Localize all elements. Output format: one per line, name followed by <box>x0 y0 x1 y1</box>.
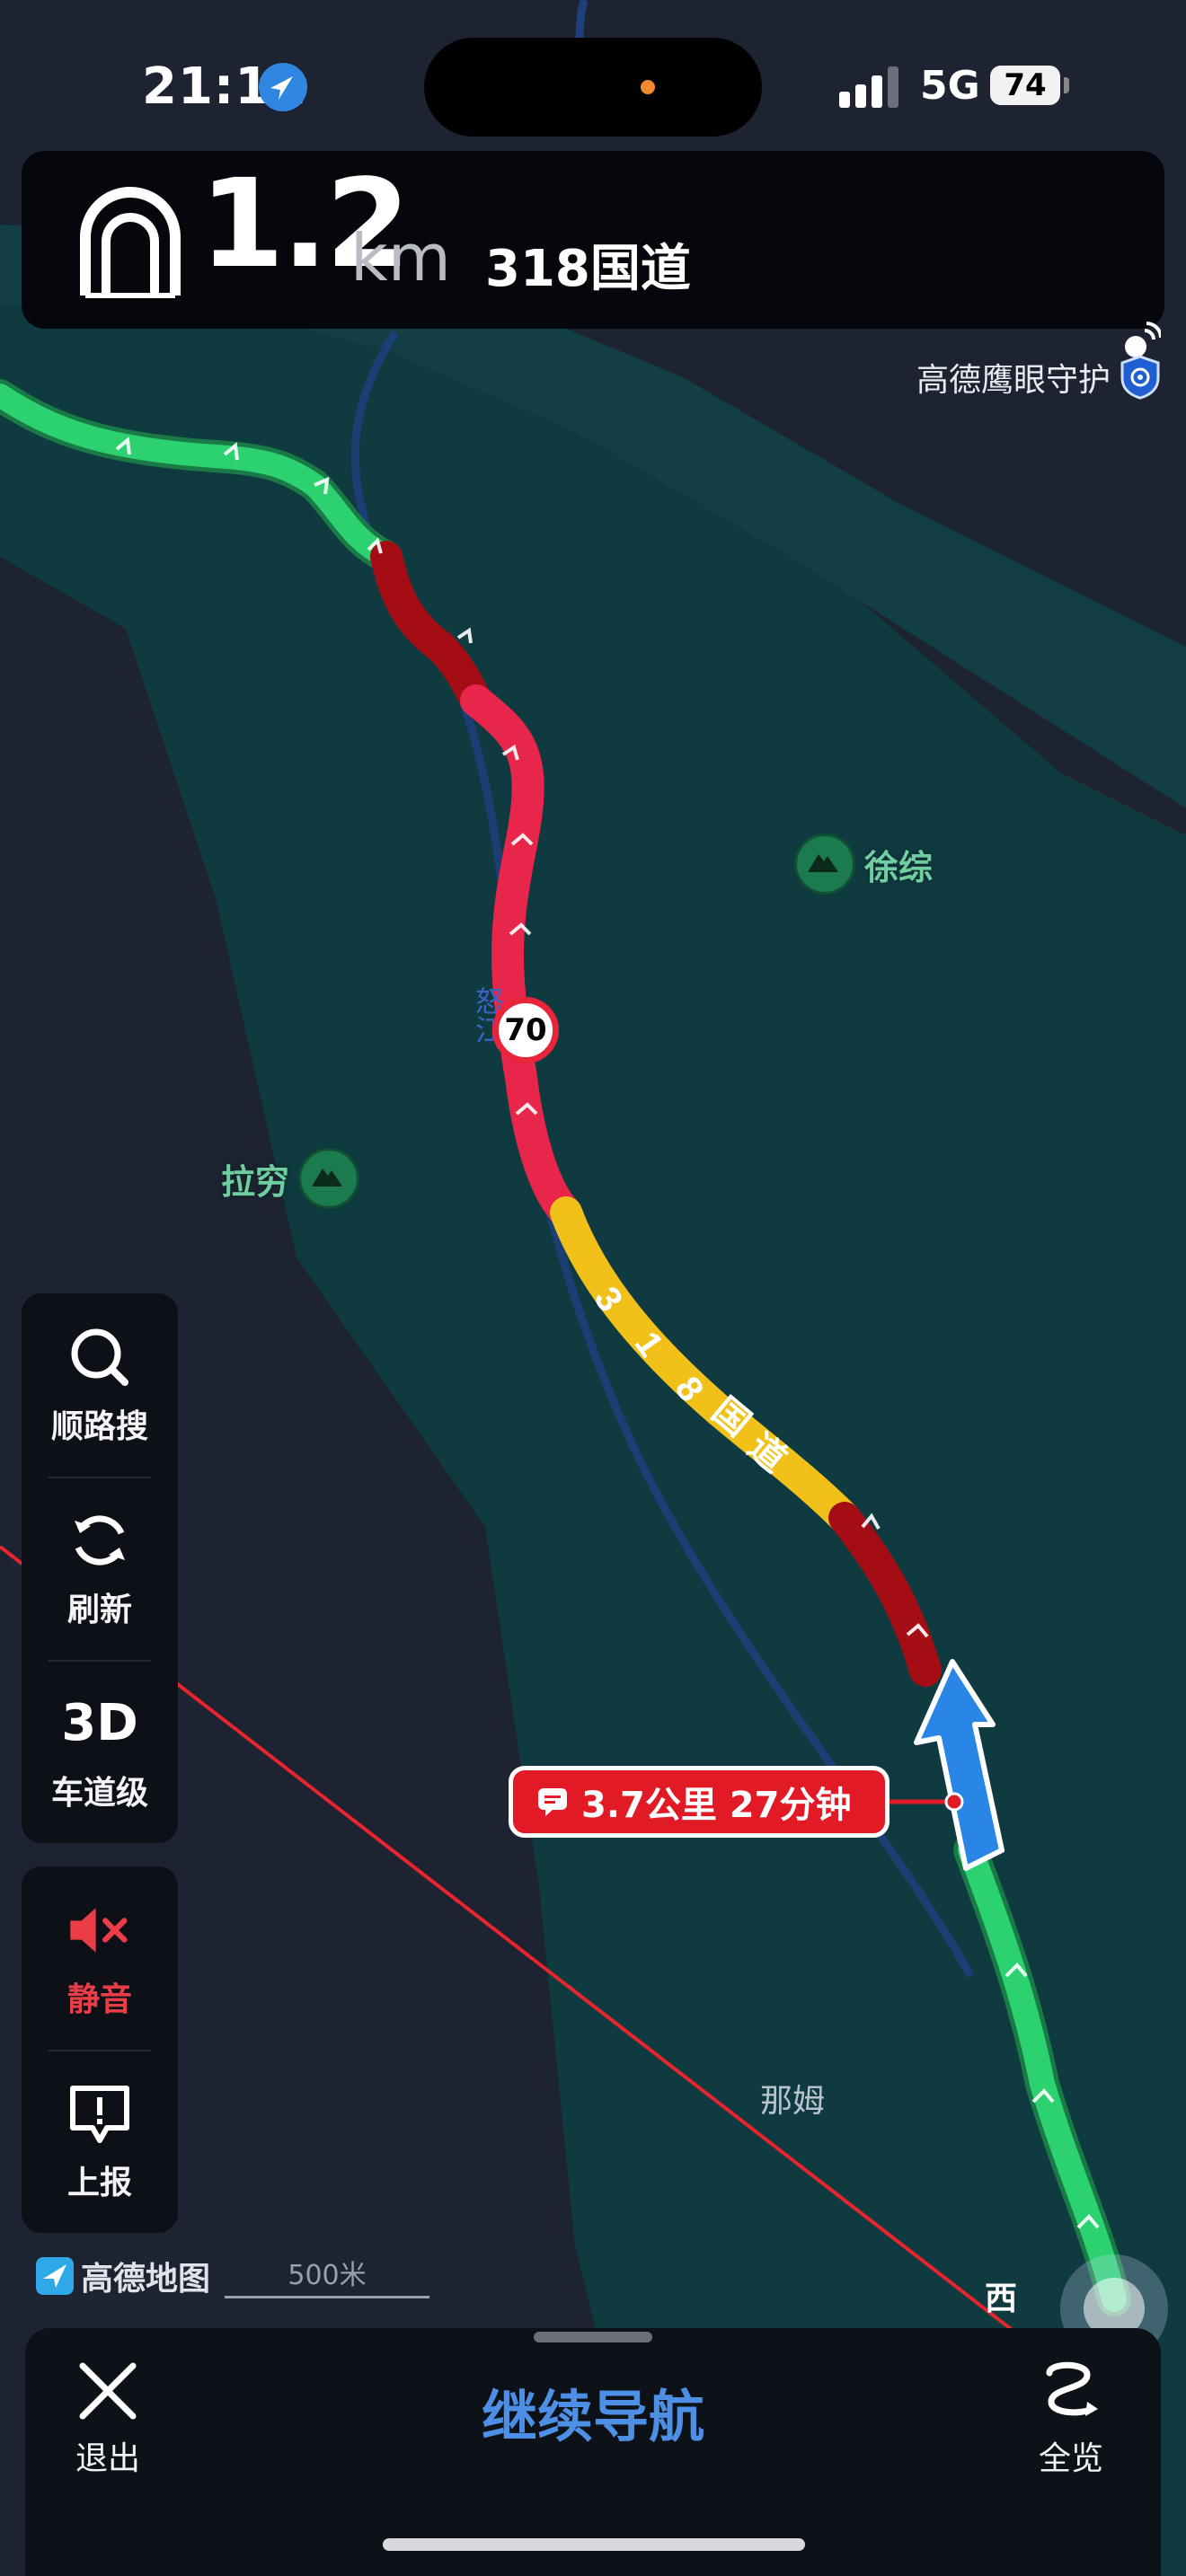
place-label-xi: 西 <box>985 2280 1018 2317</box>
battery-level: 74 <box>990 66 1060 105</box>
audio-report-panel: 静音 上报 <box>22 1866 178 2233</box>
traffic-info-bubble[interactable]: 3.7公里 27分钟 <box>509 1766 890 1838</box>
refresh-label: 刷新 <box>66 1592 132 1628</box>
traffic-bubble-text: 3.7公里 27分钟 <box>581 1785 852 1826</box>
mute-button[interactable]: 静音 <box>22 1866 178 2050</box>
speaker-muted-icon <box>66 1896 134 1964</box>
guard-label: 高德鹰眼守护 <box>916 362 1111 399</box>
network-type: 5G <box>920 63 980 109</box>
report-button[interactable]: 上报 <box>22 2050 178 2233</box>
home-indicator[interactable] <box>383 2538 805 2551</box>
privacy-indicator-dot <box>641 80 655 94</box>
maneuver-road-name: 318国道 <box>485 240 691 298</box>
close-icon <box>79 2362 137 2420</box>
amap-logo: 高德地图 <box>36 2253 210 2299</box>
sheet-grabber[interactable] <box>534 2332 652 2342</box>
map-scale-bar: 500米 <box>225 2253 429 2298</box>
guard-mode-badge[interactable]: 高德鹰眼守护 <box>916 352 1161 402</box>
lane-level-3d-button[interactable]: 3D 车道级 <box>22 1660 178 1843</box>
lane-level-label: 车道级 <box>50 1775 148 1812</box>
overview-label: 全览 <box>1038 2440 1103 2477</box>
poi-laqiong[interactable]: 拉穷 <box>212 1148 360 1209</box>
place-label-namu: 那姆 <box>760 2083 826 2120</box>
amap-logo-icon <box>36 2257 74 2295</box>
poi-xuzong[interactable]: 徐综 <box>794 834 942 895</box>
mountain-icon <box>794 834 855 895</box>
poi-label: 拉穷 <box>221 1161 290 1202</box>
status-bar: 21:11 5G 74 <box>0 0 1186 171</box>
route-overview-icon <box>1046 2361 1098 2416</box>
location-arrow-icon <box>259 63 307 111</box>
battery-tip <box>1064 77 1069 93</box>
refresh-route-button[interactable]: 刷新 <box>22 1477 178 1660</box>
lane-3d-icon: 3D <box>61 1694 138 1752</box>
exit-label: 退出 <box>75 2440 141 2477</box>
amap-logo-text: 高德地图 <box>81 2261 211 2298</box>
shield-eye-icon <box>1120 355 1160 400</box>
report-label: 上报 <box>66 2165 132 2201</box>
speed-limit-sign: 70 <box>492 997 559 1063</box>
tunnel-icon <box>80 187 181 298</box>
search-along-route-button[interactable]: 顺路搜 <box>22 1293 178 1477</box>
poi-label: 徐综 <box>864 847 934 887</box>
refresh-icon <box>66 1506 134 1575</box>
dynamic-island <box>424 38 762 137</box>
mountain-icon <box>298 1148 360 1209</box>
continue-navigation-button[interactable]: 继续导航 <box>449 2371 737 2452</box>
cellular-signal-icon <box>839 66 898 108</box>
search-icon <box>66 1323 134 1391</box>
search-along-route-label: 顺路搜 <box>50 1408 148 1445</box>
message-icon <box>538 1788 567 1816</box>
report-alert-icon <box>66 2079 134 2148</box>
mute-label: 静音 <box>66 1981 132 2018</box>
overview-button[interactable]: 全览 <box>1037 2359 1105 2479</box>
maneuver-distance-unit: km <box>350 220 451 296</box>
map-tools-panel: 顺路搜 刷新 3D 车道级 <box>22 1293 178 1843</box>
exit-button[interactable]: 退出 <box>75 2359 140 2479</box>
